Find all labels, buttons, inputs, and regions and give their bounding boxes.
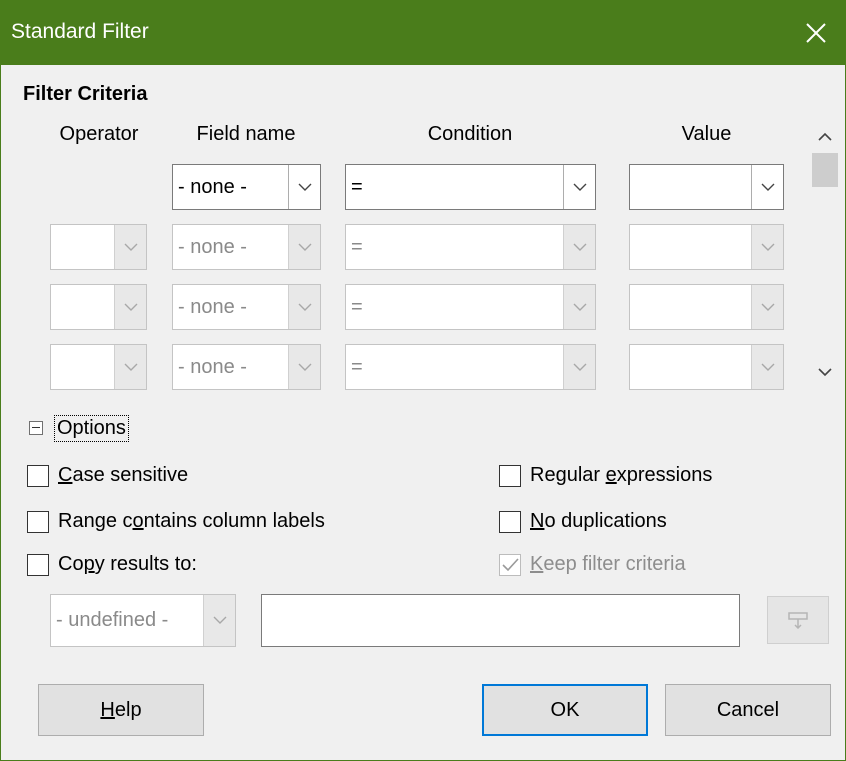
collapse-icon[interactable] xyxy=(29,421,43,435)
chevron-down-icon[interactable] xyxy=(114,285,146,329)
operator-column-header: Operator xyxy=(59,123,139,145)
shrink-icon xyxy=(788,612,808,629)
chevron-down-icon[interactable] xyxy=(563,345,595,389)
scroll-up-button[interactable] xyxy=(809,121,841,151)
chevron-down-icon[interactable] xyxy=(563,165,595,209)
criteria-scrollbar[interactable] xyxy=(809,119,841,389)
chevron-down-icon[interactable] xyxy=(203,595,235,646)
checkmark-icon xyxy=(502,557,519,571)
field-name-value: - none - xyxy=(178,236,247,258)
help-button[interactable]: Help xyxy=(38,684,204,736)
case-sensitive-label: Case sensitive xyxy=(58,464,189,486)
dialog-title: Standard Filter xyxy=(11,20,149,43)
field-name-column-header: Field name xyxy=(196,123,296,145)
close-icon xyxy=(806,23,826,43)
help-label: Help xyxy=(100,698,142,721)
copy-results-to-checkbox[interactable]: Copy results to: xyxy=(27,553,197,576)
field-name-value: - none - xyxy=(178,296,247,318)
keep-filter-criteria-label: Keep filter criteria xyxy=(530,553,686,575)
chevron-down-icon[interactable] xyxy=(288,285,320,329)
condition-value: = xyxy=(351,236,363,258)
copy-target-input[interactable] xyxy=(261,594,740,647)
checkbox-box[interactable] xyxy=(499,464,521,487)
chevron-down-icon[interactable] xyxy=(563,225,595,269)
chevron-down-icon[interactable] xyxy=(751,345,783,389)
field-name-combo-1[interactable]: - none - xyxy=(172,164,321,210)
case-sensitive-checkbox[interactable]: Case sensitive xyxy=(27,464,188,487)
shrink-button[interactable] xyxy=(767,596,829,644)
chevron-down-icon[interactable] xyxy=(114,345,146,389)
condition-value: = xyxy=(351,176,363,198)
scroll-thumb[interactable] xyxy=(812,153,838,187)
regular-expressions-checkbox[interactable]: Regular expressions xyxy=(499,464,712,487)
value-combo-4[interactable] xyxy=(629,344,784,390)
condition-combo-4[interactable]: = xyxy=(345,344,596,390)
chevron-down-icon[interactable] xyxy=(751,285,783,329)
title-bar: Standard Filter xyxy=(1,1,845,65)
field-name-combo-4[interactable]: - none - xyxy=(172,344,321,390)
chevron-down-icon[interactable] xyxy=(288,345,320,389)
range-labels-label: Range contains column labels xyxy=(58,510,325,532)
chevron-down-icon[interactable] xyxy=(751,165,783,209)
scroll-down-button[interactable] xyxy=(809,357,841,387)
no-duplications-label: No duplications xyxy=(530,510,667,532)
ok-button[interactable]: OK xyxy=(482,684,648,736)
field-name-value: - none - xyxy=(178,356,247,378)
close-button[interactable] xyxy=(787,1,845,65)
checkbox-box[interactable] xyxy=(499,553,521,576)
condition-combo-1[interactable]: = xyxy=(345,164,596,210)
value-column-header: Value xyxy=(681,123,732,145)
condition-value: = xyxy=(351,296,363,318)
keep-filter-criteria-checkbox[interactable]: Keep filter criteria xyxy=(499,553,686,576)
chevron-down-icon[interactable] xyxy=(114,225,146,269)
copy-target-value: - undefined - xyxy=(56,609,169,631)
value-combo-1[interactable] xyxy=(629,164,784,210)
checkbox-box[interactable] xyxy=(27,464,49,487)
value-combo-3[interactable] xyxy=(629,284,784,330)
cancel-button[interactable]: Cancel xyxy=(665,684,831,736)
condition-value: = xyxy=(351,356,363,378)
copy-results-label: Copy results to: xyxy=(58,553,197,575)
options-expander[interactable]: Options xyxy=(54,415,129,442)
field-name-combo-3[interactable]: - none - xyxy=(172,284,321,330)
condition-combo-3[interactable]: = xyxy=(345,284,596,330)
chevron-down-icon xyxy=(818,367,832,376)
field-name-combo-2[interactable]: - none - xyxy=(172,224,321,270)
no-duplications-checkbox[interactable]: No duplications xyxy=(499,510,667,533)
operator-combo-2[interactable] xyxy=(50,224,147,270)
chevron-down-icon[interactable] xyxy=(563,285,595,329)
copy-target-combo[interactable]: - undefined - xyxy=(50,594,236,647)
chevron-up-icon xyxy=(818,132,832,141)
chevron-down-icon[interactable] xyxy=(288,165,320,209)
regular-expressions-label: Regular expressions xyxy=(530,464,713,486)
filter-criteria-heading: Filter Criteria xyxy=(23,83,148,105)
field-name-value: - none - xyxy=(178,176,247,198)
standard-filter-dialog: Standard Filter Filter Criteria Operator… xyxy=(0,0,846,761)
value-combo-2[interactable] xyxy=(629,224,784,270)
chevron-down-icon[interactable] xyxy=(288,225,320,269)
condition-column-header: Condition xyxy=(427,123,513,145)
checkbox-box[interactable] xyxy=(27,553,49,576)
range-contains-column-labels-checkbox[interactable]: Range contains column labels xyxy=(27,510,325,533)
operator-combo-3[interactable] xyxy=(50,284,147,330)
operator-combo-4[interactable] xyxy=(50,344,147,390)
condition-combo-2[interactable]: = xyxy=(345,224,596,270)
chevron-down-icon[interactable] xyxy=(751,225,783,269)
checkbox-box[interactable] xyxy=(499,510,521,533)
checkbox-box[interactable] xyxy=(27,510,49,533)
